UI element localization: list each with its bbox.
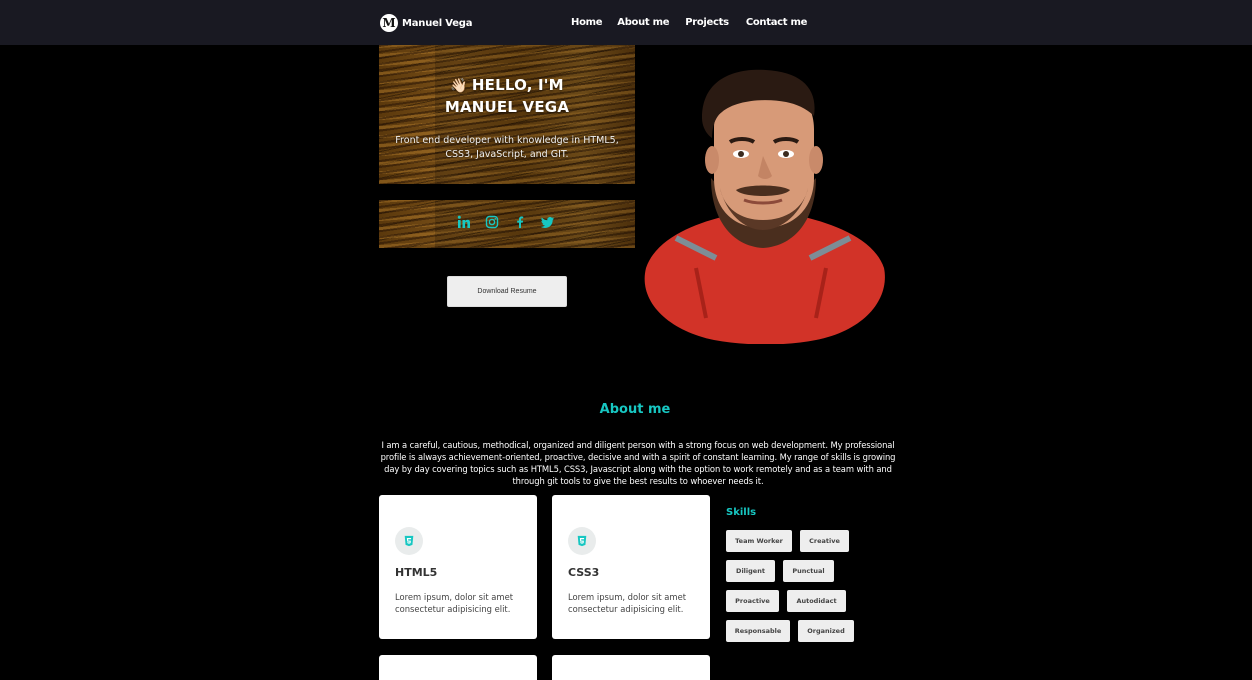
brand-name: Manuel Vega — [402, 17, 473, 29]
skills-title: Skills — [726, 507, 757, 518]
instagram-icon[interactable] — [485, 215, 499, 229]
social-card — [379, 200, 635, 248]
skill-card-css3[interactable]: CSS3 Lorem ipsum, dolor sit amet consect… — [552, 495, 710, 639]
social-links — [457, 215, 555, 229]
nav-link-projects[interactable]: Projects — [685, 17, 729, 28]
skill-tag: Punctual — [783, 560, 834, 582]
skill-tag: Creative — [800, 530, 849, 552]
skill-tag: Organized — [798, 620, 854, 642]
profile-portrait — [636, 68, 890, 345]
skill-card-partial[interactable] — [552, 655, 710, 680]
html5-icon — [568, 527, 596, 555]
hero-name: MANUEL VEGA — [444, 98, 570, 116]
card-title: CSS3 — [568, 566, 600, 579]
brand-logo-icon: M — [380, 14, 398, 32]
skill-tag: Team Worker — [726, 530, 792, 552]
linkedin-icon[interactable] — [457, 215, 471, 229]
nav-links: Home About me Projects Contact me — [571, 17, 807, 28]
skill-card-partial[interactable] — [379, 655, 537, 680]
facebook-icon[interactable] — [513, 215, 527, 229]
skill-card-html5[interactable]: HTML5 Lorem ipsum, dolor sit amet consec… — [379, 495, 537, 639]
card-title: HTML5 — [395, 566, 438, 579]
nav-link-contact-me[interactable]: Contact me — [746, 17, 808, 28]
hero-title-line1: 👋🏻 HELLO, I'M — [379, 75, 635, 97]
skill-tag: Autodidact — [787, 590, 846, 612]
nav-link-home[interactable]: Home — [571, 17, 603, 28]
skill-tag: Proactive — [726, 590, 779, 612]
card-description: Lorem ipsum, dolor sit amet consectetur … — [568, 592, 687, 614]
skill-tag: Responsable — [726, 620, 790, 642]
card-description: Lorem ipsum, dolor sit amet consectetur … — [395, 592, 514, 614]
html5-icon — [395, 527, 423, 555]
about-text: I am a careful, cautious, methodical, or… — [380, 440, 896, 486]
hero-description: Front end developer with knowledge in HT… — [395, 135, 619, 160]
brand[interactable]: M Manuel Vega — [380, 14, 473, 32]
skill-tag: Diligent — [726, 560, 775, 582]
hero-card: 👋🏻 HELLO, I'M MANUEL VEGA Front end devel… — [379, 45, 635, 184]
nav-link-about-me[interactable]: About me — [617, 17, 669, 28]
about-title: About me — [599, 402, 671, 417]
navbar: M Manuel Vega Home About me Projects Con… — [0, 0, 1252, 45]
hero-title: 👋🏻 HELLO, I'M MANUEL VEGA — [379, 75, 635, 118]
twitter-icon[interactable] — [541, 215, 555, 229]
waving-hand-icon: 👋🏻 — [450, 78, 468, 94]
download-resume-button[interactable]: Download Resume — [447, 276, 567, 307]
hero-greeting: HELLO, I'M — [471, 76, 564, 94]
